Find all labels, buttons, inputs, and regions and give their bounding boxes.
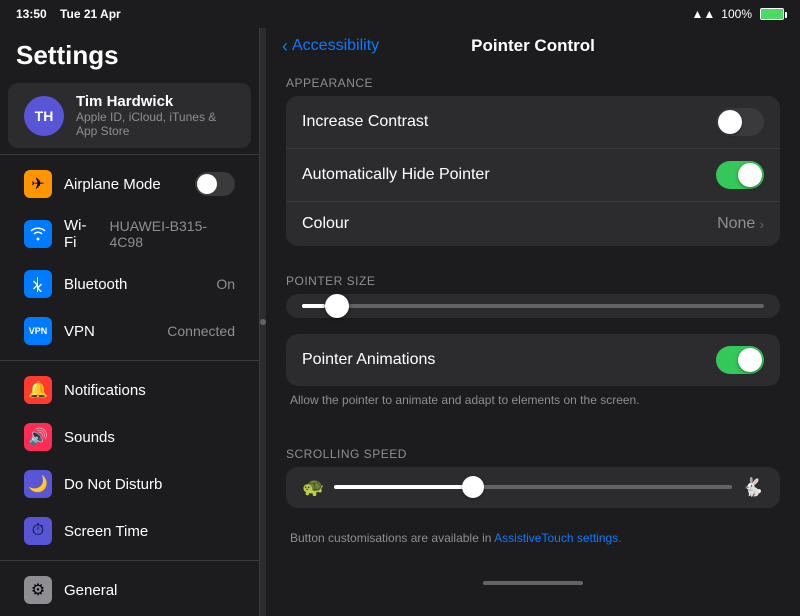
bluetooth-icon bbox=[24, 270, 52, 298]
sidebar-item-sounds[interactable]: 🔊 Sounds bbox=[8, 414, 251, 460]
home-bar bbox=[483, 581, 583, 585]
assistivetouch-link[interactable]: AssistiveTouch settings. bbox=[494, 531, 621, 545]
divider-1 bbox=[0, 154, 259, 155]
auto-hide-pointer-row: Automatically Hide Pointer bbox=[286, 149, 780, 202]
profile-item[interactable]: TH Tim Hardwick Apple ID, iCloud, iTunes… bbox=[8, 83, 251, 148]
pointer-animations-row: Pointer Animations bbox=[286, 334, 780, 386]
avatar: TH bbox=[24, 96, 64, 136]
scroll-thumb[interactable] bbox=[462, 476, 484, 498]
animations-hint: Allow the pointer to animate and adapt t… bbox=[286, 386, 780, 419]
bluetooth-label: Bluetooth bbox=[64, 276, 127, 293]
pointer-animations-label: Pointer Animations bbox=[302, 351, 716, 369]
scroll-slow-icon: 🐢 bbox=[302, 477, 324, 498]
vpn-label: VPN bbox=[64, 323, 95, 340]
auto-hide-label: Automatically Hide Pointer bbox=[302, 166, 716, 184]
sidebar-item-wifi[interactable]: Wi-Fi HUAWEI-B315-4C98 bbox=[8, 208, 251, 260]
wifi-sidebar-icon bbox=[24, 220, 52, 248]
pointer-size-track bbox=[302, 304, 764, 308]
back-button[interactable]: ‹ Accessibility bbox=[282, 36, 379, 57]
animations-section: Pointer Animations Allow the pointer to … bbox=[266, 334, 800, 435]
airplane-icon: ✈ bbox=[24, 170, 52, 198]
sidebar-item-bluetooth[interactable]: Bluetooth On bbox=[8, 261, 251, 307]
airplane-label: Airplane Mode bbox=[64, 176, 161, 193]
bluetooth-value: On bbox=[216, 276, 235, 292]
scrolling-slider-row: 🐢 🐇 bbox=[286, 467, 780, 508]
vpn-value: Connected bbox=[167, 323, 235, 339]
app-container: Settings TH Tim Hardwick Apple ID, iClou… bbox=[0, 28, 800, 616]
sounds-icon: 🔊 bbox=[24, 423, 52, 451]
pointer-size-thumb[interactable] bbox=[325, 294, 349, 318]
battery-icon bbox=[760, 8, 784, 20]
pointer-size-slider-container bbox=[286, 294, 780, 318]
profile-name: Tim Hardwick bbox=[76, 93, 235, 110]
main-content: ‹ Accessibility Pointer Control APPEARAN… bbox=[266, 28, 800, 616]
pointer-size-fill bbox=[302, 304, 325, 308]
animations-group: Pointer Animations bbox=[286, 334, 780, 386]
scrolling-speed-section: SCROLLING SPEED 🐢 🐇 bbox=[266, 435, 800, 524]
footer-text: Button customisations are available in bbox=[290, 531, 494, 545]
sidebar-item-donotdisturb[interactable]: 🌙 Do Not Disturb bbox=[8, 461, 251, 507]
sidebar: Settings TH Tim Hardwick Apple ID, iClou… bbox=[0, 28, 260, 616]
nav-bar: ‹ Accessibility Pointer Control bbox=[266, 28, 800, 64]
pointer-size-section: POINTER SIZE bbox=[266, 262, 800, 334]
colour-label: Colour bbox=[302, 215, 717, 233]
divider-3 bbox=[0, 560, 259, 561]
scrolling-speed-label: SCROLLING SPEED bbox=[286, 435, 780, 467]
general-icon: ⚙ bbox=[24, 576, 52, 604]
footer-hint: Button customisations are available in A… bbox=[286, 524, 780, 557]
sidebar-item-notifications[interactable]: 🔔 Notifications bbox=[8, 367, 251, 413]
colour-row[interactable]: Colour None › bbox=[286, 202, 780, 246]
increase-contrast-label: Increase Contrast bbox=[302, 113, 716, 131]
wifi-icon: ▲▲ bbox=[692, 7, 716, 21]
status-date: Tue 21 Apr bbox=[60, 7, 121, 21]
increase-contrast-knob bbox=[718, 110, 742, 134]
donotdisturb-icon: 🌙 bbox=[24, 470, 52, 498]
scroll-fast-icon: 🐇 bbox=[742, 477, 764, 498]
donotdisturb-label: Do Not Disturb bbox=[64, 476, 162, 493]
scroll-track bbox=[334, 485, 731, 489]
profile-subtitle: Apple ID, iCloud, iTunes & App Store bbox=[76, 110, 235, 138]
sidebar-item-general[interactable]: ⚙ General bbox=[8, 567, 251, 613]
screentime-label: Screen Time bbox=[64, 523, 148, 540]
colour-value: None bbox=[717, 215, 755, 233]
battery-percent: 100% bbox=[721, 7, 752, 21]
wifi-label: Wi-Fi bbox=[64, 217, 98, 251]
wifi-value: HUAWEI-B315-4C98 bbox=[110, 218, 235, 250]
home-indicator bbox=[266, 573, 800, 593]
footer-section: Button customisations are available in A… bbox=[266, 524, 800, 573]
sounds-label: Sounds bbox=[64, 429, 115, 446]
notifications-icon: 🔔 bbox=[24, 376, 52, 404]
vpn-icon: VPN bbox=[24, 317, 52, 345]
increase-contrast-toggle[interactable] bbox=[716, 108, 764, 136]
sidebar-item-vpn[interactable]: VPN VPN Connected bbox=[8, 308, 251, 354]
sidebar-item-screentime[interactable]: ⏱ Screen Time bbox=[8, 508, 251, 554]
back-chevron-icon: ‹ bbox=[282, 36, 288, 57]
profile-info: Tim Hardwick Apple ID, iCloud, iTunes & … bbox=[76, 93, 235, 138]
status-time: 13:50 bbox=[16, 7, 47, 21]
colour-chevron-icon: › bbox=[759, 216, 764, 232]
appearance-group: Increase Contrast Automatically Hide Poi… bbox=[286, 96, 780, 246]
appearance-section-label: APPEARANCE bbox=[286, 64, 780, 96]
nav-title: Pointer Control bbox=[471, 36, 595, 56]
scroll-fill bbox=[334, 485, 473, 489]
pointer-animations-knob bbox=[738, 348, 762, 372]
status-bar: 13:50 Tue 21 Apr ▲▲ 100% bbox=[0, 0, 800, 28]
auto-hide-knob bbox=[738, 163, 762, 187]
notifications-label: Notifications bbox=[64, 382, 146, 399]
appearance-section: APPEARANCE Increase Contrast Automatical… bbox=[266, 64, 800, 262]
airplane-toggle[interactable] bbox=[195, 172, 235, 196]
sidebar-item-airplane[interactable]: ✈ Airplane Mode bbox=[8, 161, 251, 207]
divider-2 bbox=[0, 360, 259, 361]
general-label: General bbox=[64, 582, 117, 599]
back-label: Accessibility bbox=[292, 37, 379, 55]
screentime-icon: ⏱ bbox=[24, 517, 52, 545]
increase-contrast-row: Increase Contrast bbox=[286, 96, 780, 149]
pointer-size-label: POINTER SIZE bbox=[286, 262, 780, 294]
sidebar-title: Settings bbox=[0, 28, 259, 79]
auto-hide-toggle[interactable] bbox=[716, 161, 764, 189]
pointer-animations-toggle[interactable] bbox=[716, 346, 764, 374]
